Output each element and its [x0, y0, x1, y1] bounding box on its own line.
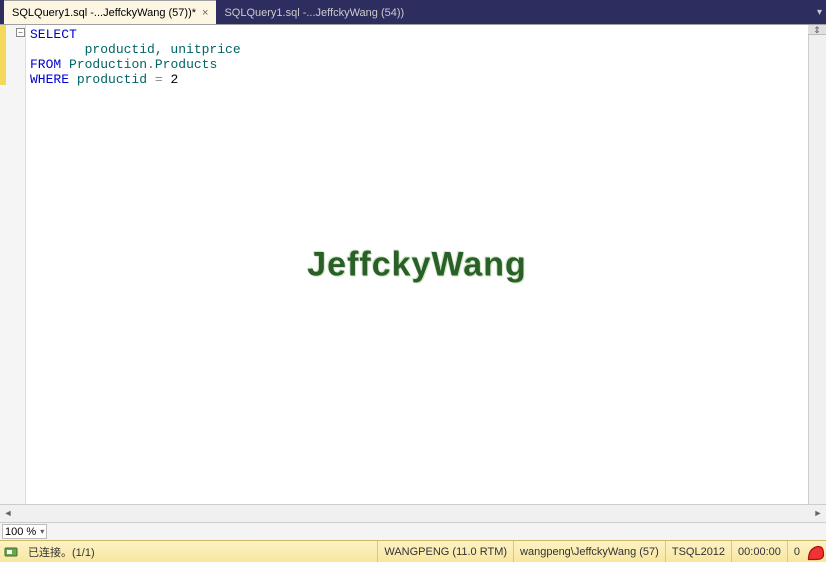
scroll-right-arrow-icon[interactable]: ►: [810, 505, 826, 522]
tab-bar: SQLQuery1.sql -...JeffckyWang (57))* × S…: [0, 0, 826, 24]
tab-overflow-menu[interactable]: ▾: [817, 0, 826, 24]
tab-sqlquery1-57[interactable]: SQLQuery1.sql -...JeffckyWang (57))* ×: [4, 0, 216, 24]
editor: − SELECT productid, unitprice FROM Produ…: [0, 24, 826, 504]
cols: productid, unitprice: [85, 42, 241, 57]
zoom-value: 100 %: [5, 526, 36, 538]
status-bar: 已连接。(1/1) WANGPENG (11.0 RTM) wangpeng\J…: [0, 540, 826, 562]
watermark: JeffckyWang: [307, 257, 526, 272]
pred-col: productid: [77, 72, 147, 87]
status-rows: 0: [787, 541, 806, 562]
connection-icon: [4, 545, 18, 559]
schema: Production: [69, 57, 147, 72]
status-user: wangpeng\JeffckyWang (57): [513, 541, 665, 562]
kw-where: WHERE: [30, 72, 69, 87]
split-handle[interactable]: ⇕: [808, 25, 826, 35]
code-area[interactable]: SELECT productid, unitprice FROM Product…: [26, 25, 808, 504]
tab-sqlquery1-54[interactable]: SQLQuery1.sql -...JeffckyWang (54)): [216, 0, 412, 24]
vertical-scrollbar[interactable]: ⇕: [808, 25, 826, 504]
table: Products: [155, 57, 217, 72]
close-icon[interactable]: ×: [202, 7, 208, 19]
kw-from: FROM: [30, 57, 61, 72]
collapse-toggle[interactable]: −: [16, 28, 25, 37]
tab-label: SQLQuery1.sql -...JeffckyWang (54)): [224, 7, 404, 19]
status-server: WANGPENG (11.0 RTM): [377, 541, 513, 562]
pred-val: 2: [170, 72, 178, 87]
chevron-down-icon: ▾: [40, 527, 44, 536]
scroll-left-arrow-icon[interactable]: ◄: [0, 505, 16, 522]
status-elapsed: 00:00:00: [731, 541, 787, 562]
tab-label: SQLQuery1.sql -...JeffckyWang (57))*: [12, 7, 196, 19]
scroll-track[interactable]: [16, 505, 810, 522]
zoom-dropdown[interactable]: 100 % ▾: [2, 524, 47, 539]
editor-gutter: −: [0, 25, 26, 504]
change-indicator: [0, 25, 6, 85]
horizontal-scrollbar[interactable]: ◄ ►: [0, 504, 826, 522]
status-database: TSQL2012: [665, 541, 731, 562]
ime-icon[interactable]: [806, 542, 826, 562]
kw-select: SELECT: [30, 27, 77, 42]
zoom-bar: 100 % ▾: [0, 522, 826, 540]
status-connected: 已连接。(1/1): [22, 544, 101, 560]
chevron-down-icon: ▾: [817, 7, 822, 18]
